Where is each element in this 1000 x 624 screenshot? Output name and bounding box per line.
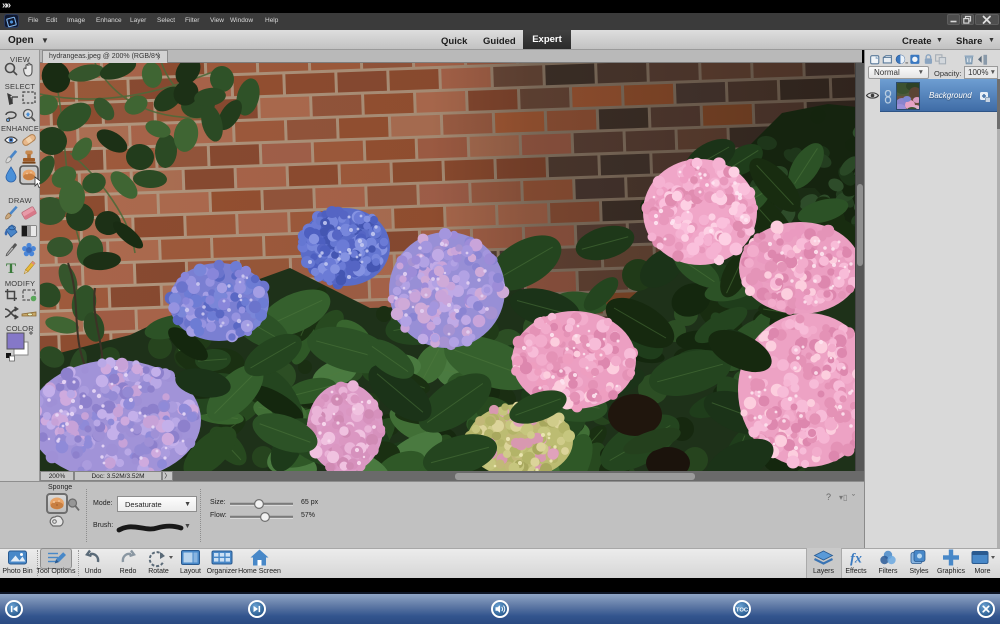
svg-text:TOC: TOC xyxy=(736,607,749,613)
svg-text:fx: fx xyxy=(850,552,862,567)
svg-text:T: T xyxy=(6,261,16,277)
